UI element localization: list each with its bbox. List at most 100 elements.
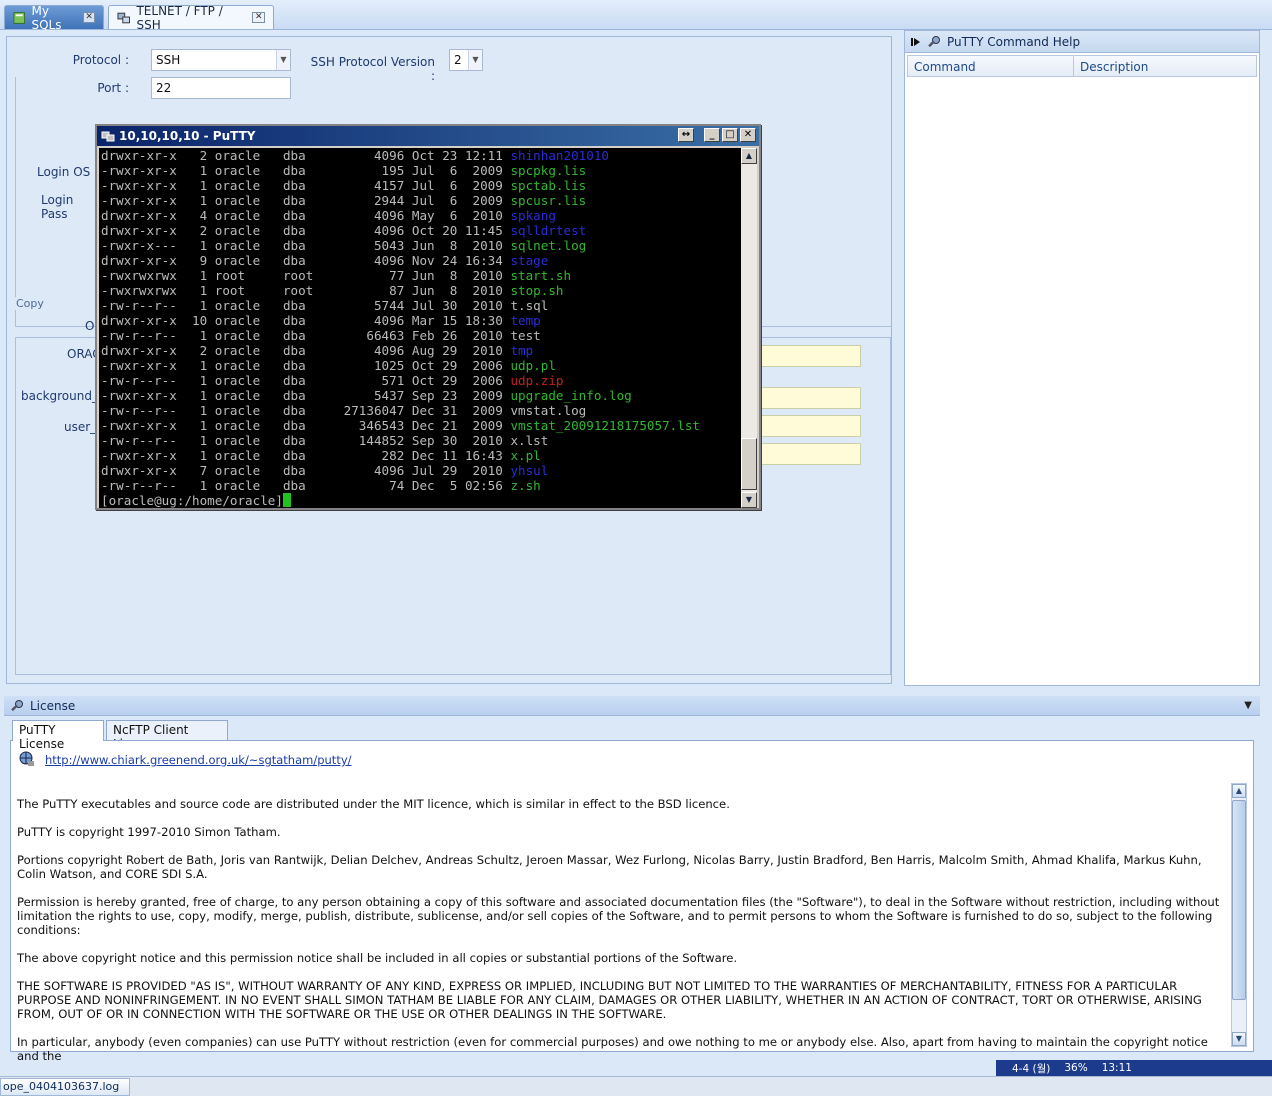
close-icon[interactable]: ✕ — [252, 12, 266, 23]
protocol-label: Protocol : — [72, 53, 129, 67]
tab-ncftp-license[interactable]: NcFTP Client License — [106, 720, 228, 751]
scroll-down-icon[interactable]: ▼ — [1232, 1032, 1246, 1046]
license-paragraph: The PuTTY executables and source code ar… — [17, 797, 730, 811]
terminal-line: drwxr-xr-x 10 oracle dba 4096 Mar 15 18:… — [101, 313, 739, 328]
column-description[interactable]: Description — [1074, 56, 1256, 76]
putty-title-bar[interactable]: 10,10,10,10 - PuTTY ↔ _ □ ✕ — [97, 126, 759, 146]
file-listing: -rwxr-xr-x 1 oracle dba 282 Dec 11 16:43 — [101, 448, 511, 463]
file-listing: drwxr-xr-x 2 oracle dba 4096 Oct 23 12:1… — [101, 148, 511, 163]
maximize-button[interactable]: □ — [722, 128, 738, 142]
orac-field[interactable] — [759, 345, 861, 367]
putty-icon — [101, 131, 115, 142]
file-name: udp.pl — [510, 358, 556, 373]
file-listing: -rw-r--r-- 1 oracle dba 27136047 Dec 31 … — [101, 403, 511, 418]
status-percent: 36% — [1064, 1062, 1088, 1074]
terminal-line: -rw-r--r-- 1 oracle dba 74 Dec 5 02:56 z… — [101, 478, 739, 493]
terminal-line: -rwxr-xr-x 1 oracle dba 346543 Dec 21 20… — [101, 418, 739, 433]
resize-icon[interactable]: ↔ — [678, 128, 694, 142]
scroll-up-icon[interactable]: ▲ — [741, 148, 757, 164]
chevron-down-icon[interactable]: ▼ — [276, 50, 290, 70]
log-tab-strip: ope_0404103637.log — [0, 1076, 1272, 1096]
terminal-line: -rwxr-xr-x 1 oracle dba 2944 Jul 6 2009 … — [101, 193, 739, 208]
file-name: temp — [510, 313, 541, 328]
terminal-line: -rwxrwxrwx 1 root root 87 Jun 8 2010 sto… — [101, 283, 739, 298]
file-listing: -rwxr-xr-x 1 oracle dba 1025 Oct 29 2006 — [101, 358, 511, 373]
scroll-up-icon[interactable]: ▲ — [1232, 784, 1246, 798]
file-listing: -rwxr-xr-x 1 oracle dba 346543 Dec 21 20… — [101, 418, 511, 433]
port-input[interactable]: 22 — [151, 77, 291, 99]
file-name: spcpkg.lis — [510, 163, 587, 178]
putty-command-help-pane: PuTTY Command Help Command Description — [904, 30, 1260, 686]
terminal-line: -rw-r--r-- 1 oracle dba 5744 Jul 30 2010… — [101, 298, 739, 313]
terminal-line: drwxr-xr-x 2 oracle dba 4096 Oct 20 11:4… — [101, 223, 739, 238]
file-listing: drwxr-xr-x 2 oracle dba 4096 Oct 20 11:4… — [101, 223, 511, 238]
license-paragraph: PuTTY is copyright 1997-2010 Simon Tatha… — [17, 825, 281, 839]
file-name: x.lst — [510, 433, 549, 448]
putty-window[interactable]: 10,10,10,10 - PuTTY ↔ _ □ ✕ drwxr-xr-x 2… — [95, 124, 761, 510]
ssh-version-value: 2 — [454, 53, 462, 67]
file-listing: -rw-r--r-- 1 oracle dba 5744 Jul 30 2010 — [101, 298, 511, 313]
file-name: stop.sh — [510, 283, 564, 298]
port-label: Port : — [97, 81, 129, 95]
close-icon[interactable]: ✕ — [83, 12, 96, 23]
putty-homepage-link[interactable]: http://www.chiark.greenend.org.uk/~sgtat… — [45, 753, 352, 767]
pin-icon[interactable] — [911, 37, 921, 47]
terminal-prompt-line[interactable]: [oracle@ug:/home/oracle] — [101, 493, 739, 508]
status-bar: 4-4 (월) 36% 13:11 — [996, 1060, 1272, 1076]
ssh-version-select[interactable]: 2 ▼ — [449, 49, 483, 71]
file-name: vmstat_20091218175057.lst — [510, 418, 700, 433]
file-listing: drwxr-xr-x 4 oracle dba 4096 May 6 2010 — [101, 208, 511, 223]
file-listing: drwxr-xr-x 7 oracle dba 4096 Jul 29 2010 — [101, 463, 511, 478]
file-name: stage — [510, 253, 549, 268]
tab-label: My SQLs — [31, 3, 62, 32]
tab-telnet-ftp-ssh[interactable]: TELNET / FTP / SSH ✕ — [108, 3, 274, 32]
shell-prompt: [oracle@ug:/home/oracle] — [101, 493, 283, 508]
text-cursor — [282, 493, 291, 507]
tab-putty-license[interactable]: PuTTY License — [12, 720, 104, 751]
file-name: shinhan201010 — [510, 148, 610, 163]
sql-icon — [13, 11, 26, 24]
log-file-tab[interactable]: ope_0404103637.log — [0, 1078, 130, 1096]
license-paragraph: Permission is hereby granted, free of ch… — [17, 895, 1220, 937]
collapse-icon[interactable]: ▼ — [1244, 700, 1252, 711]
file-name: vmstat.log — [510, 403, 587, 418]
license-scrollbar[interactable]: ▲ ▼ — [1231, 783, 1247, 1047]
license-text: The PuTTY executables and source code ar… — [17, 797, 1227, 1077]
port-value: 22 — [156, 81, 172, 95]
protocol-select[interactable]: SSH ▼ — [151, 49, 291, 71]
tab-my-sqls[interactable]: My SQLs ✕ — [4, 3, 104, 32]
terminal-line: -rwxr-xr-x 1 oracle dba 5437 Sep 23 2009… — [101, 388, 739, 403]
chevron-down-icon[interactable]: ▼ — [468, 50, 482, 70]
status-position: 4-4 (월) — [1012, 1062, 1051, 1075]
tab-label: TELNET / FTP / SSH — [136, 3, 223, 32]
user-field[interactable] — [759, 415, 861, 437]
scroll-thumb[interactable] — [741, 438, 757, 490]
close-button[interactable]: ✕ — [740, 128, 756, 142]
column-command[interactable]: Command — [908, 56, 1074, 76]
license-paragraph: Portions copyright Robert de Bath, Joris… — [17, 853, 1202, 881]
file-listing: -rwxr-xr-x 1 oracle dba 2944 Jul 6 2009 — [101, 193, 511, 208]
file-listing: -rwxr-x--- 1 oracle dba 5043 Jun 8 2010 — [101, 238, 511, 253]
extra-field[interactable] — [759, 443, 861, 465]
minimize-button[interactable]: _ — [704, 128, 720, 142]
wrench-icon — [11, 699, 23, 711]
license-content: http://www.chiark.greenend.org.uk/~sgtat… — [10, 740, 1254, 1063]
file-name: sqlnet.log — [510, 238, 587, 253]
file-listing: -rw-r--r-- 1 oracle dba 571 Oct 29 2006 — [101, 373, 511, 388]
file-listing: -rwxr-xr-x 1 oracle dba 5437 Sep 23 2009 — [101, 388, 511, 403]
terminal-scrollbar[interactable]: ▲ ▼ — [741, 148, 757, 508]
terminal-output[interactable]: drwxr-xr-x 2 oracle dba 4096 Oct 23 12:1… — [99, 148, 741, 508]
file-listing: drwxr-xr-x 2 oracle dba 4096 Aug 29 2010 — [101, 343, 511, 358]
file-name: x.pl — [510, 448, 541, 463]
file-name: test — [510, 328, 541, 343]
scroll-thumb[interactable] — [1232, 800, 1246, 1000]
help-title: PuTTY Command Help — [947, 34, 1081, 49]
ssh-version-label: SSH Protocol Version : — [310, 55, 435, 83]
terminal-line: -rw-r--r-- 1 oracle dba 144852 Sep 30 20… — [101, 433, 739, 448]
file-name: yhsul — [510, 463, 549, 478]
background-field[interactable] — [759, 387, 861, 409]
file-name: tmp — [510, 343, 534, 358]
scroll-down-icon[interactable]: ▼ — [741, 492, 757, 508]
license-paragraph: The above copyright notice and this perm… — [17, 951, 738, 965]
terminal-line: drwxr-xr-x 9 oracle dba 4096 Nov 24 16:3… — [101, 253, 739, 268]
